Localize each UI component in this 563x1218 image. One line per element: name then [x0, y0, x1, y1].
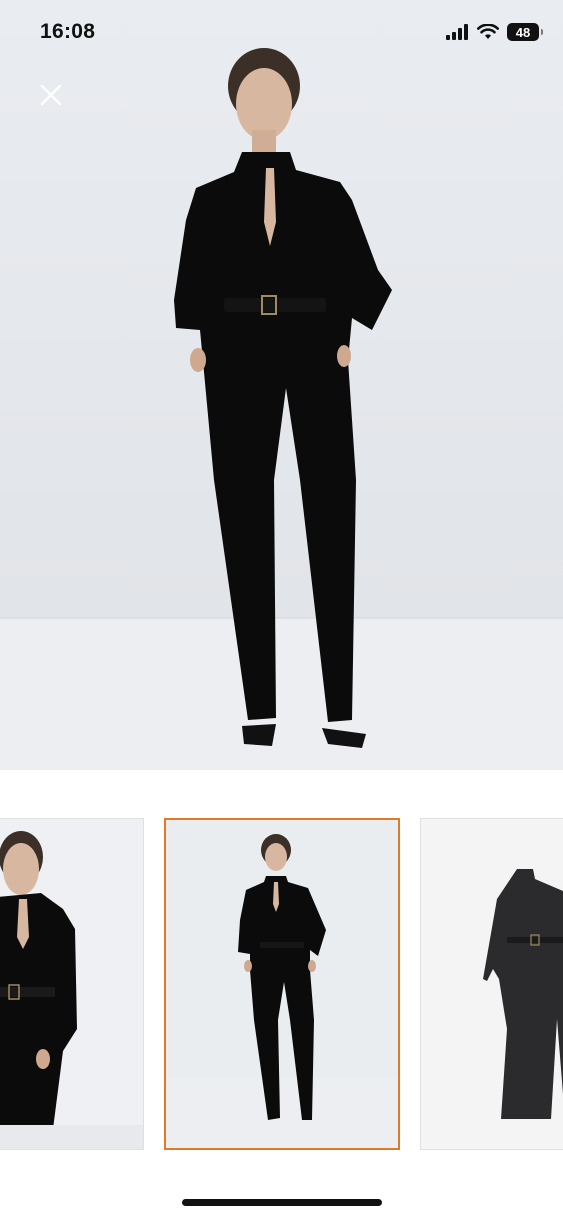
thumbnail-full-look-selected[interactable]	[164, 818, 400, 1150]
thumbnail-image	[0, 819, 143, 1149]
cellular-signal-icon	[446, 24, 468, 40]
wifi-icon	[477, 24, 499, 39]
close-icon	[40, 84, 62, 106]
status-time: 16:08	[40, 20, 96, 43]
thumbnail-closeup[interactable]	[0, 818, 144, 1150]
battery-level: 48	[515, 24, 531, 40]
status-icons: 48	[445, 20, 543, 44]
home-indicator[interactable]	[182, 1199, 382, 1206]
close-button[interactable]	[34, 78, 68, 112]
model-photo	[0, 0, 563, 770]
thumbnail-image	[421, 819, 563, 1149]
thumbnail-image	[166, 820, 398, 1148]
status-bar: 16:08 48	[0, 0, 563, 56]
product-main-image[interactable]	[0, 0, 563, 770]
battery-icon: 48	[507, 23, 543, 41]
thumbnail-flatlay[interactable]	[420, 818, 563, 1150]
